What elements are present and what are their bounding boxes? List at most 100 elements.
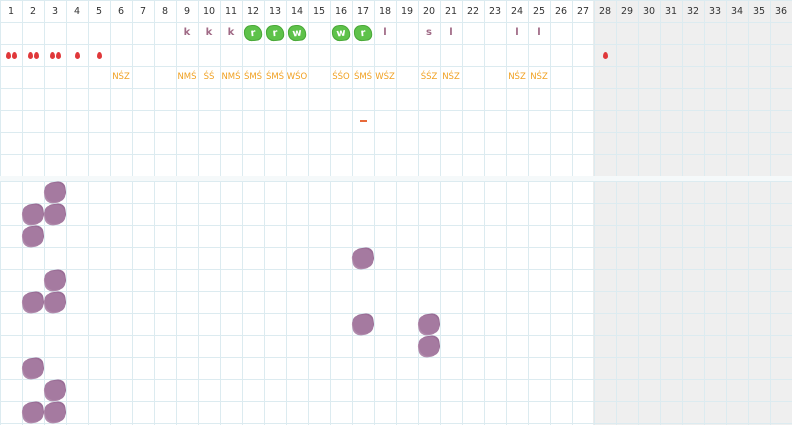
day-number-26: 26 <box>554 6 568 17</box>
leaf-letter-mark: r <box>265 24 285 42</box>
mucus-code: NŚZ <box>508 71 526 82</box>
drop-cell-day-5 <box>88 44 110 66</box>
day-number-5: 5 <box>95 6 103 17</box>
blood-drop-icon <box>96 51 102 59</box>
code-cell-day-16: ŚŚO <box>330 66 352 88</box>
dash-cell-day-17 <box>352 110 374 132</box>
shaded-region <box>594 0 792 425</box>
letter-mark: s <box>426 27 432 38</box>
letter-mark: l <box>537 27 541 38</box>
day-number-8: 8 <box>161 6 169 17</box>
blood-drop-icon <box>55 51 61 59</box>
day-number-29: 29 <box>620 6 634 17</box>
letter-cell-day-25: l <box>528 22 550 44</box>
drop-cell-day-3 <box>44 44 66 66</box>
code-cell-day-13: ŚMŚ <box>264 66 286 88</box>
day-number-27: 27 <box>576 6 590 17</box>
letter-cell-day-14: w <box>286 22 308 44</box>
mucus-code: WŚO <box>286 71 308 82</box>
letter-cell-day-16: w <box>330 22 352 44</box>
blood-drop-icon <box>49 51 55 59</box>
mucus-code: NMŚ <box>221 71 241 82</box>
drop-cell-day-1 <box>0 44 22 66</box>
letter-mark: l <box>515 27 519 38</box>
drop-cell-day-28 <box>594 44 616 66</box>
code-cell-day-17: ŚMŚ <box>352 66 374 88</box>
leaf-letter-mark: w <box>331 24 351 42</box>
letter-cell-day-13: r <box>264 22 286 44</box>
mucus-code: NŚZ <box>442 71 460 82</box>
section-separator <box>0 176 792 181</box>
mucus-code: NŚZ <box>530 71 548 82</box>
code-cell-day-25: NŚZ <box>528 66 550 88</box>
day-number-22: 22 <box>466 6 480 17</box>
day-number-17: 17 <box>356 6 370 17</box>
code-cell-day-11: NMŚ <box>220 66 242 88</box>
day-number-3: 3 <box>51 6 59 17</box>
day-number-2: 2 <box>29 6 37 17</box>
mucus-code: NMŚ <box>177 71 197 82</box>
letter-mark: l <box>383 27 387 38</box>
day-number-1: 1 <box>7 6 15 17</box>
day-number-25: 25 <box>532 6 546 17</box>
mucus-code: NŚZ <box>112 71 130 82</box>
day-number-33: 33 <box>708 6 722 17</box>
leaf-letter-mark: r <box>353 24 373 42</box>
letter-mark: k <box>183 27 191 38</box>
letter-cell-day-11: k <box>220 22 242 44</box>
code-cell-day-12: ŚMŚ <box>242 66 264 88</box>
day-number-18: 18 <box>378 6 392 17</box>
letter-cell-day-21: l <box>440 22 462 44</box>
cycle-chart: 1 2 3 4 5 6 7 8 9 10 11 12 13 14 15 16 17 18 19 20 21 22 23 24 2… <box>0 0 792 425</box>
day-number-24: 24 <box>510 6 524 17</box>
blood-drop-icon <box>74 51 80 59</box>
mucus-code: ŚMŚ <box>243 71 263 82</box>
chart-grid <box>0 0 792 425</box>
mucus-code: ŚŚO <box>332 71 350 82</box>
letter-mark: k <box>205 27 213 38</box>
day-number-13: 13 <box>268 6 282 17</box>
code-cell-day-9: NMŚ <box>176 66 198 88</box>
day-number-28: 28 <box>598 6 612 17</box>
letter-cell-day-17: r <box>352 22 374 44</box>
code-cell-day-10: ŚŚ <box>198 66 220 88</box>
day-number-21: 21 <box>444 6 458 17</box>
letter-cell-day-18: l <box>374 22 396 44</box>
day-number-7: 7 <box>139 6 147 17</box>
code-cell-day-18: WŚZ <box>374 66 396 88</box>
letter-cell-day-10: k <box>198 22 220 44</box>
code-cell-day-21: NŚZ <box>440 66 462 88</box>
day-number-15: 15 <box>312 6 326 17</box>
blood-drop-icon <box>27 51 33 59</box>
code-cell-day-14: WŚO <box>286 66 308 88</box>
code-cell-day-20: ŚŚZ <box>418 66 440 88</box>
day-number-16: 16 <box>334 6 348 17</box>
day-number-14: 14 <box>290 6 304 17</box>
day-number-11: 11 <box>224 6 238 17</box>
blood-drop-icon <box>5 51 11 59</box>
day-number-20: 20 <box>422 6 436 17</box>
letter-cell-day-20: s <box>418 22 440 44</box>
day-number-30: 30 <box>642 6 656 17</box>
mucus-code: ŚMŚ <box>265 71 285 82</box>
code-cell-day-24: NŚZ <box>506 66 528 88</box>
day-number-10: 10 <box>202 6 216 17</box>
code-cell-day-6: NŚZ <box>110 66 132 88</box>
mucus-code: ŚŚ <box>203 71 215 82</box>
letter-mark: l <box>449 27 453 38</box>
day-number-9: 9 <box>183 6 191 17</box>
day-number-32: 32 <box>686 6 700 17</box>
blood-drop-icon <box>11 51 17 59</box>
blood-drop-icon <box>33 51 39 59</box>
mucus-code: ŚMŚ <box>353 71 373 82</box>
letter-cell-day-24: l <box>506 22 528 44</box>
day-number-35: 35 <box>752 6 766 17</box>
leaf-letter-mark: r <box>243 24 263 42</box>
letter-cell-day-12: r <box>242 22 264 44</box>
mucus-code: WŚZ <box>375 71 395 82</box>
letter-mark: k <box>227 27 235 38</box>
day-number-36: 36 <box>774 6 788 17</box>
dash-mark <box>359 120 367 122</box>
mucus-code: ŚŚZ <box>420 71 438 82</box>
day-number-12: 12 <box>246 6 260 17</box>
